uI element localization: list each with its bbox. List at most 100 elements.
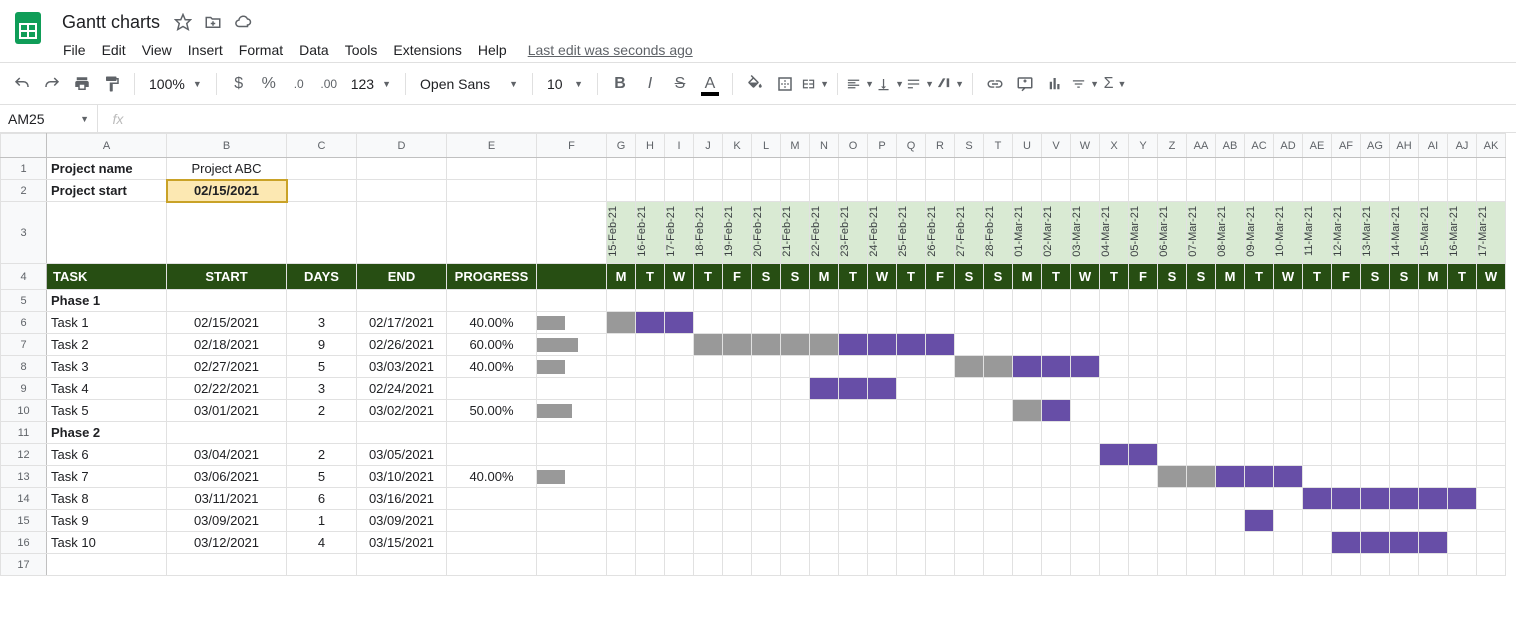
col-header-AB[interactable]: AB [1216,134,1245,158]
task-name[interactable]: Phase 2 [47,422,167,444]
date-header[interactable]: 26-Feb-21 [926,202,955,264]
task-start[interactable]: 02/27/2021 [167,356,287,378]
sheets-logo[interactable] [8,8,48,48]
task-days[interactable]: 9 [287,334,357,356]
gantt-cell[interactable] [752,334,781,356]
gantt-cell[interactable] [897,334,926,356]
day-letter[interactable]: S [1158,264,1187,290]
col-header-G[interactable]: G [607,134,636,158]
col-header-F[interactable]: F [537,134,607,158]
row-header-2[interactable]: 2 [1,180,47,202]
col-header-L[interactable]: L [752,134,781,158]
print-button[interactable] [68,70,96,98]
task-days[interactable]: 1 [287,510,357,532]
task-days[interactable] [287,422,357,444]
task-start[interactable]: 02/15/2021 [167,312,287,334]
gantt-cell[interactable] [926,334,955,356]
project-start-value[interactable]: 02/15/2021 [167,180,287,202]
date-header[interactable]: 15-Mar-21 [1419,202,1448,264]
row-header-7[interactable]: 7 [1,334,47,356]
day-letter[interactable]: W [1274,264,1303,290]
date-header[interactable]: 14-Mar-21 [1390,202,1419,264]
filter-button[interactable]: ▼ [1071,70,1099,98]
date-header[interactable]: 08-Mar-21 [1216,202,1245,264]
col-header-A[interactable]: A [47,134,167,158]
task-start[interactable] [167,422,287,444]
col-header-Z[interactable]: Z [1158,134,1187,158]
date-header[interactable]: 11-Mar-21 [1303,202,1332,264]
task-progress[interactable] [447,378,537,400]
gantt-cell[interactable] [1042,356,1071,378]
gantt-cell[interactable] [868,378,897,400]
date-header[interactable]: 19-Feb-21 [723,202,752,264]
gantt-cell[interactable] [1448,488,1477,510]
col-header-AC[interactable]: AC [1245,134,1274,158]
task-name[interactable]: Task 4 [47,378,167,400]
task-name[interactable]: Task 3 [47,356,167,378]
task-end[interactable]: 02/17/2021 [357,312,447,334]
col-header-AF[interactable]: AF [1332,134,1361,158]
task-end[interactable]: 03/15/2021 [357,532,447,554]
day-letter[interactable]: F [1332,264,1361,290]
gantt-cell[interactable] [984,356,1013,378]
bold-button[interactable]: B [606,70,634,98]
col-header-H[interactable]: H [636,134,665,158]
task-progress[interactable] [447,290,537,312]
date-header[interactable]: 06-Mar-21 [1158,202,1187,264]
task-progress[interactable]: 40.00% [447,356,537,378]
task-end[interactable]: 03/02/2021 [357,400,447,422]
date-header[interactable]: 24-Feb-21 [868,202,897,264]
date-header[interactable]: 02-Mar-21 [1042,202,1071,264]
fill-color-button[interactable] [741,70,769,98]
project-start-label[interactable]: Project start [47,180,167,202]
col-header-D[interactable]: D [357,134,447,158]
task-name[interactable]: Task 2 [47,334,167,356]
task-end[interactable]: 03/05/2021 [357,444,447,466]
col-header-Q[interactable]: Q [897,134,926,158]
col-header-O[interactable]: O [839,134,868,158]
date-header[interactable]: 20-Feb-21 [752,202,781,264]
functions-button[interactable]: Σ▼ [1101,70,1129,98]
italic-button[interactable]: I [636,70,664,98]
progress-bar[interactable] [537,466,607,488]
task-start[interactable]: 03/11/2021 [167,488,287,510]
date-header[interactable]: 28-Feb-21 [984,202,1013,264]
col-header-S[interactable]: S [955,134,984,158]
col-header-AK[interactable]: AK [1477,134,1506,158]
gantt-cell[interactable] [723,334,752,356]
task-progress[interactable] [447,510,537,532]
gantt-cell[interactable] [1158,466,1187,488]
date-header[interactable]: 16-Feb-21 [636,202,665,264]
gantt-cell[interactable] [1245,466,1274,488]
day-letter[interactable]: W [665,264,694,290]
col-header-V[interactable]: V [1042,134,1071,158]
task-progress[interactable] [447,444,537,466]
col-header-P[interactable]: P [868,134,897,158]
gantt-cell[interactable] [1361,488,1390,510]
col-header-K[interactable]: K [723,134,752,158]
row-header-14[interactable]: 14 [1,488,47,510]
gantt-cell[interactable] [1187,466,1216,488]
date-header[interactable]: 07-Mar-21 [1187,202,1216,264]
gantt-cell[interactable] [1390,488,1419,510]
gantt-cell[interactable] [810,378,839,400]
move-icon[interactable] [204,13,222,31]
link-button[interactable] [981,70,1009,98]
day-letter[interactable]: M [1419,264,1448,290]
task-name[interactable]: Task 5 [47,400,167,422]
menu-help[interactable]: Help [471,38,514,62]
day-letter[interactable]: S [752,264,781,290]
day-letter[interactable]: M [1013,264,1042,290]
gantt-cell[interactable] [1274,466,1303,488]
day-letter[interactable]: F [723,264,752,290]
date-header[interactable]: 01-Mar-21 [1013,202,1042,264]
col-header-N[interactable]: N [810,134,839,158]
task-days[interactable]: 3 [287,312,357,334]
text-color-button[interactable]: A [696,70,724,98]
gantt-cell[interactable] [1361,532,1390,554]
day-letter[interactable]: T [636,264,665,290]
date-header[interactable]: 17-Mar-21 [1477,202,1506,264]
task-end[interactable]: 02/26/2021 [357,334,447,356]
h-align-button[interactable]: ▼ [846,70,874,98]
gantt-cell[interactable] [1042,400,1071,422]
